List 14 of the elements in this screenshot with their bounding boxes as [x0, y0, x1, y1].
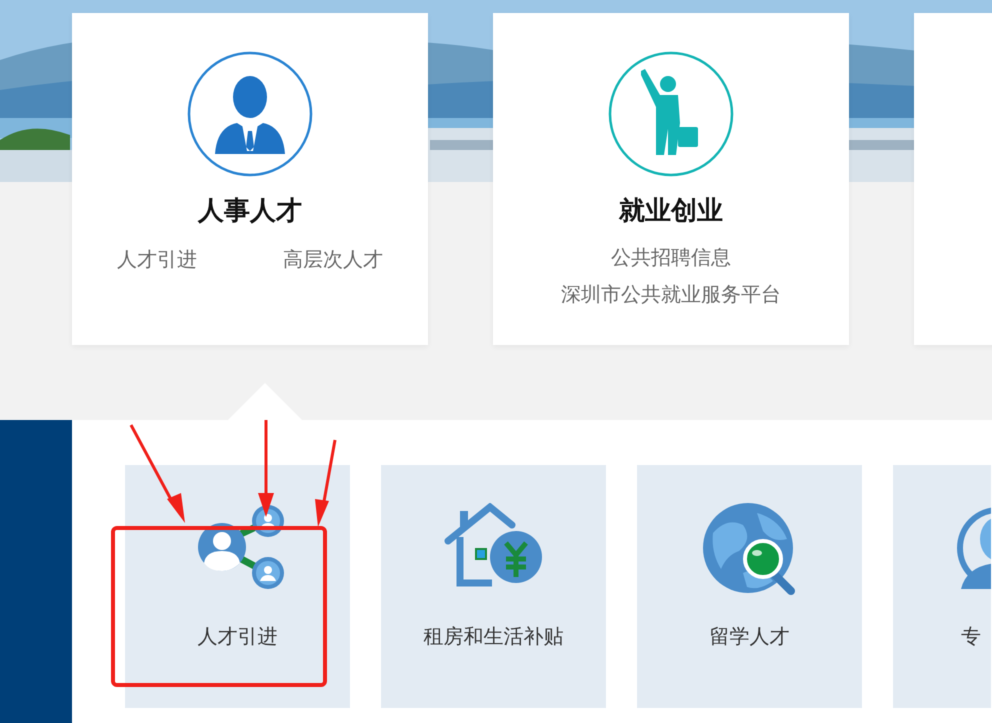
category-link[interactable]: 高层次人才 — [283, 246, 383, 273]
service-tile[interactable]: 人才引进 — [125, 465, 350, 708]
category-title: 人事人才 — [198, 195, 302, 228]
category-link[interactable]: 公共招聘信息 — [611, 244, 731, 271]
category-link[interactable]: 人才引进 — [117, 246, 197, 273]
waving-person-icon — [608, 51, 734, 177]
service-tile[interactable]: 专 — [893, 465, 991, 708]
businessman-icon — [187, 51, 313, 177]
house-coin-icon — [444, 503, 544, 587]
category-title: 就业创业 — [619, 195, 723, 228]
category-link[interactable]: 深圳市公共就业服务平台 — [561, 281, 781, 308]
globe-magnifier-icon — [702, 503, 796, 595]
service-tile[interactable]: 租房和生活补贴 — [381, 465, 606, 708]
service-tile[interactable]: 留学人才 — [637, 465, 862, 708]
